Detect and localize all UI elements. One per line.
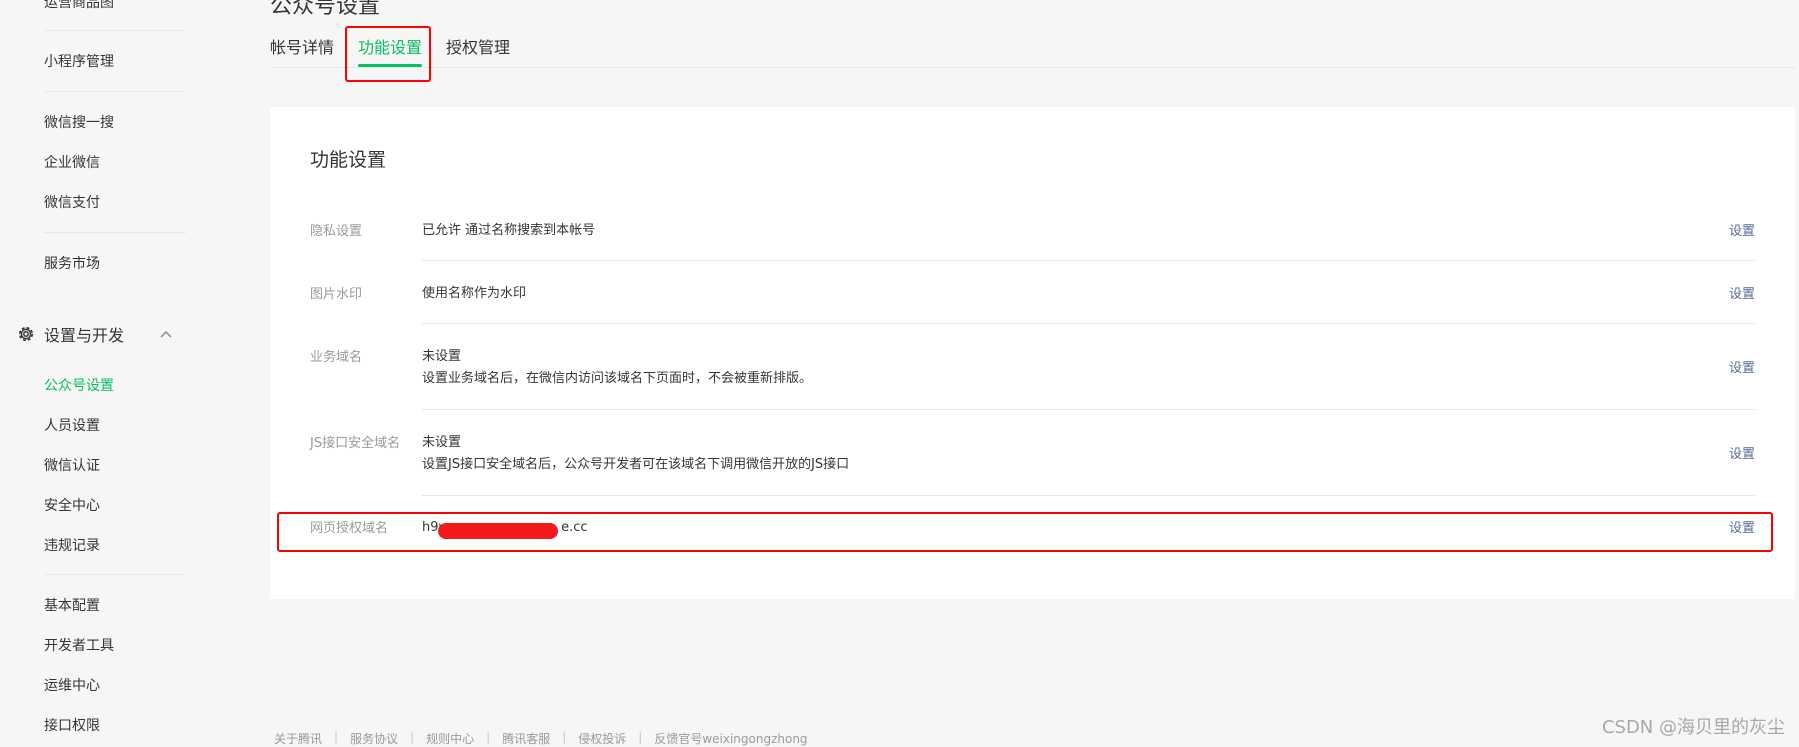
sidebar-item-wechat-pay[interactable]: 微信支付	[44, 192, 100, 212]
footer-link[interactable]: 关于腾讯	[274, 730, 322, 747]
sidebar-divider	[44, 232, 186, 233]
row-label: JS接口安全域名	[310, 436, 401, 451]
sidebar-item-member-settings[interactable]: 人员设置	[44, 415, 100, 435]
sidebar-item-service-market[interactable]: 服务市场	[44, 253, 100, 273]
footer-link[interactable]: 服务协议	[350, 730, 398, 747]
footer-link[interactable]: 反馈官号weixingongzhong	[654, 730, 807, 747]
sidebar-divider	[44, 91, 186, 92]
sidebar-item-wechat-verify[interactable]: 微信认证	[44, 455, 100, 475]
row-divider	[422, 495, 1755, 496]
row-value: 已允许 通过名称搜索到本帐号	[422, 223, 596, 238]
row-value: 使用名称作为水印	[422, 286, 527, 301]
row-label: 隐私设置	[310, 224, 363, 239]
row-divider	[422, 409, 1755, 410]
sidebar-item-violation-records[interactable]: 违规记录	[44, 535, 100, 555]
row-value: 未设置 设置JS接口安全域名后，公众号开发者可在该域名下调用微信开放的JS接口	[422, 435, 850, 472]
footer-link[interactable]: 腾讯客服	[502, 730, 550, 747]
row-settings-link[interactable]: 设置	[1729, 357, 1755, 376]
sidebar-divider	[44, 574, 186, 575]
sidebar-item-top-cut[interactable]: 运营商品图	[44, 0, 114, 12]
tab-divider	[270, 67, 1795, 68]
gear-icon	[16, 324, 36, 344]
sidebar-item-wechat-search[interactable]: 微信搜一搜	[44, 112, 114, 132]
chevron-up-icon[interactable]	[158, 326, 174, 342]
sidebar-item-api-permissions[interactable]: 接口权限	[44, 715, 100, 735]
sidebar-item-ops-center[interactable]: 运维中心	[44, 675, 100, 695]
sidebar: 运营商品图 小程序管理 微信搜一搜 企业微信 微信支付 服务市场 设置与开发 公…	[0, 0, 200, 744]
tab-authorization[interactable]: 授权管理	[446, 34, 510, 58]
row-label: 业务域名	[310, 350, 363, 365]
settings-row-watermark: 图片水印 使用名称作为水印 设置	[310, 283, 1755, 347]
row-settings-link[interactable]: 设置	[1729, 443, 1755, 462]
row-value: 未设置 设置业务域名后，在微信内访问该域名下页面时，不会被重新排版。	[422, 349, 813, 386]
sidebar-item-security-center[interactable]: 安全中心	[44, 495, 100, 515]
row-label: 图片水印	[310, 287, 363, 302]
sidebar-item-miniprogram[interactable]: 小程序管理	[44, 51, 114, 71]
sidebar-divider	[44, 30, 186, 31]
footer-link[interactable]: 侵权投诉	[578, 730, 626, 747]
row-settings-link[interactable]: 设置	[1729, 220, 1755, 239]
footer-link[interactable]: 规则中心	[426, 730, 474, 747]
settings-row-js-domain: JS接口安全域名 未设置 设置JS接口安全域名后，公众号开发者可在该域名下调用微…	[310, 432, 1755, 518]
settings-row-business-domain: 业务域名 未设置 设置业务域名后，在微信内访问该域名下页面时，不会被重新排版。 …	[310, 346, 1755, 432]
row-divider	[422, 323, 1755, 324]
sidebar-item-basic-config[interactable]: 基本配置	[44, 595, 100, 615]
footer-links: 关于腾讯 | 服务协议 | 规则中心 | 腾讯客服 | 侵权投诉 | 反馈官号weixin…	[274, 730, 808, 747]
settings-row-privacy: 隐私设置 已允许 通过名称搜索到本帐号 设置	[310, 220, 1755, 284]
sidebar-group-settings-dev[interactable]: 设置与开发	[16, 320, 186, 348]
sidebar-item-account-settings[interactable]: 公众号设置	[44, 375, 114, 395]
page-title: 公众号设置	[270, 0, 381, 19]
watermark: CSDN @海贝里的灰尘	[1601, 717, 1785, 738]
tab-bar: 帐号详情 功能设置 授权管理	[270, 34, 1795, 68]
row-settings-link[interactable]: 设置	[1729, 283, 1755, 302]
sidebar-group-label: 设置与开发	[44, 326, 125, 345]
row-divider	[422, 260, 1755, 261]
highlight-box-oauth-row	[277, 512, 1773, 552]
highlight-box-tab	[345, 26, 431, 82]
sidebar-item-dev-tools[interactable]: 开发者工具	[44, 635, 114, 655]
sidebar-item-work-wechat[interactable]: 企业微信	[44, 152, 100, 172]
card-title: 功能设置	[310, 149, 387, 171]
tab-account-details[interactable]: 帐号详情	[270, 34, 334, 58]
